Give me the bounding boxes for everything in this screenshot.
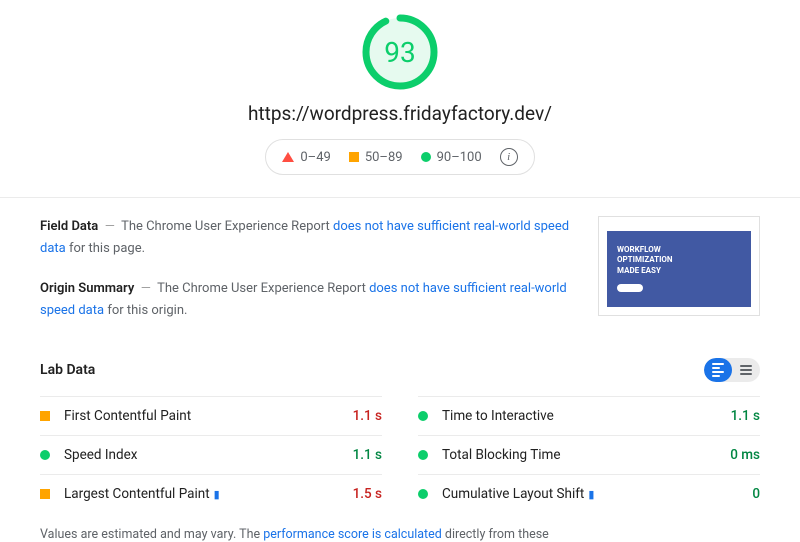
legend-good: 90–100: [421, 150, 482, 165]
legend-average-range: 50–89: [365, 150, 403, 165]
metric-row: Time to Interactive1.1 s: [418, 396, 760, 435]
info-icon[interactable]: i: [500, 148, 518, 166]
thumb-line1: WORKFLOW: [617, 245, 741, 255]
field-data-block: Field Data — The Chrome User Experience …: [40, 216, 570, 260]
metric-value: 0 ms: [730, 447, 760, 463]
circle-icon: [418, 450, 428, 460]
toggle-expanded[interactable]: [704, 358, 732, 382]
toggle-compact[interactable]: [732, 358, 760, 382]
circle-icon: [418, 489, 428, 499]
footnote-prefix: Values are estimated and may vary. The: [40, 527, 263, 542]
origin-summary-prefix: The Chrome User Experience Report: [157, 281, 369, 296]
metric-value: 1.1 s: [731, 408, 760, 424]
square-icon: [40, 489, 50, 499]
tested-url: https://wordpress.fridayfactory.dev/: [0, 102, 800, 125]
thumb-cta: [617, 284, 643, 292]
metric-row: Cumulative Layout Shift ▮0: [418, 474, 760, 513]
section-divider: [0, 197, 800, 198]
footnote: Values are estimated and may vary. The p…: [40, 527, 760, 542]
triangle-icon: [282, 152, 294, 162]
lab-data-heading: Lab Data: [40, 362, 95, 378]
legend-poor-range: 0–49: [300, 150, 330, 165]
footnote-suffix: directly from these: [442, 527, 549, 542]
metrics-grid: First Contentful Paint1.1 sTime to Inter…: [40, 396, 760, 513]
metric-value: 1.1 s: [353, 408, 382, 424]
score-gauge: 93: [360, 12, 440, 92]
square-icon: [40, 411, 50, 421]
footnote-link[interactable]: performance score is calculated: [263, 527, 442, 542]
legend-poor: 0–49: [282, 150, 330, 165]
metric-value: 1.1 s: [353, 447, 382, 463]
metric-name: Cumulative Layout Shift ▮: [442, 486, 752, 502]
metric-row: Total Blocking Time0 ms: [418, 435, 760, 474]
circle-icon: [418, 411, 428, 421]
origin-summary-block: Origin Summary — The Chrome User Experie…: [40, 278, 570, 322]
bookmark-icon: ▮: [588, 488, 594, 501]
thumb-line2: OPTIMIZATION: [617, 255, 741, 265]
metric-value: 0: [752, 486, 760, 502]
metric-value: 1.5 s: [353, 486, 382, 502]
bookmark-icon: ▮: [214, 488, 220, 501]
view-toggle[interactable]: [704, 358, 760, 382]
thumb-line3: MADE EASY: [617, 266, 741, 276]
square-icon: [349, 152, 359, 162]
origin-summary-label: Origin Summary: [40, 281, 134, 296]
page-thumbnail: WORKFLOW OPTIMIZATION MADE EASY: [598, 216, 760, 316]
legend-good-range: 90–100: [437, 150, 482, 165]
field-data-label: Field Data: [40, 219, 98, 234]
metric-name: Speed Index: [64, 447, 353, 463]
score-legend: 0–49 50–89 90–100 i: [265, 139, 534, 175]
metric-name: Total Blocking Time: [442, 447, 730, 463]
metric-row: First Contentful Paint1.1 s: [40, 396, 382, 435]
metric-name: Largest Contentful Paint ▮: [64, 486, 353, 502]
legend-average: 50–89: [349, 150, 403, 165]
field-data-suffix: for this page.: [66, 241, 145, 256]
circle-icon: [421, 152, 431, 162]
metric-row: Largest Contentful Paint ▮1.5 s: [40, 474, 382, 513]
metric-name: First Contentful Paint: [64, 408, 353, 424]
score-value: 93: [360, 12, 440, 92]
metric-row: Speed Index1.1 s: [40, 435, 382, 474]
origin-summary-suffix: for this origin.: [104, 303, 187, 318]
metric-name: Time to Interactive: [442, 408, 731, 424]
circle-icon: [40, 450, 50, 460]
field-data-prefix: The Chrome User Experience Report: [121, 219, 333, 234]
